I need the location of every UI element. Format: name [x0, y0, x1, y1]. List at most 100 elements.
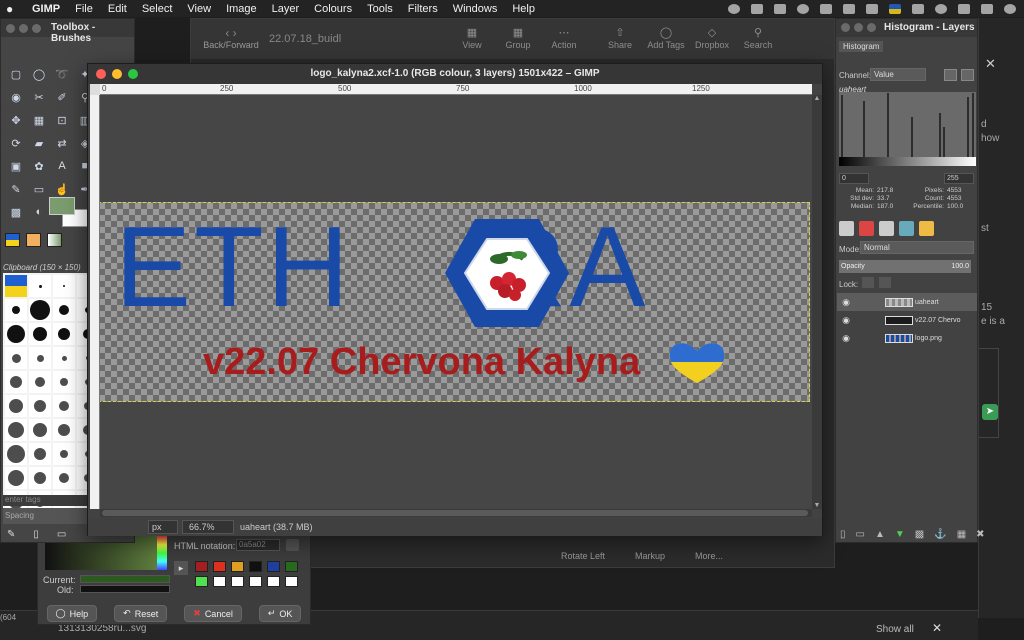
duplicate-brush-icon[interactable]: ▭ — [57, 529, 66, 540]
history-color-swatch[interactable] — [267, 561, 280, 572]
linear-histogram-icon[interactable] — [944, 69, 957, 81]
scissors-icon[interactable]: ✂ — [28, 86, 50, 108]
window-minimize-icon[interactable] — [19, 23, 28, 33]
tab-undo-icon[interactable] — [919, 221, 934, 236]
input-box[interactable] — [979, 348, 999, 438]
brush-preview[interactable] — [53, 299, 75, 321]
brush-preview[interactable] — [5, 419, 27, 441]
help-button[interactable]: ◯ Help — [46, 605, 98, 622]
history-color-swatch[interactable] — [195, 576, 208, 587]
rotate-left-button[interactable]: Rotate Left — [561, 537, 605, 567]
brush-preview[interactable] — [29, 371, 51, 393]
history-color-swatch[interactable] — [231, 576, 244, 587]
show-all-button[interactable]: Show all — [876, 624, 914, 635]
histogram-graph[interactable] — [839, 92, 976, 157]
paintbrush-icon[interactable]: ✎ — [5, 178, 27, 200]
html-notation-input[interactable]: 0a5a02 — [236, 539, 280, 551]
brush-preview[interactable] — [53, 347, 75, 369]
flip-icon[interactable]: ⇄ — [51, 132, 73, 154]
menu-edit[interactable]: Edit — [108, 3, 127, 15]
eye-icon[interactable]: ◉ — [837, 297, 855, 308]
brush-preview[interactable] — [5, 299, 27, 321]
lock-pixels-icon[interactable] — [862, 277, 874, 288]
image-canvas[interactable]: ETH RA v22.07 Chervona Kalyna — [100, 202, 810, 402]
ok-button[interactable]: ↵ OK — [258, 605, 302, 622]
menu-file[interactable]: File — [75, 3, 93, 15]
wifi-icon[interactable] — [912, 3, 924, 14]
brush-preview[interactable] — [53, 443, 75, 465]
tab-paths-icon[interactable] — [879, 221, 894, 236]
history-color-swatch[interactable] — [213, 561, 226, 572]
layer-row-uaheart[interactable]: ◉ uaheart — [837, 293, 977, 311]
search-button[interactable]: ⚲ Search — [735, 26, 781, 52]
history-color-swatch[interactable] — [249, 561, 262, 572]
brush-preview[interactable] — [5, 395, 27, 417]
channel-select[interactable]: Value — [870, 68, 926, 81]
brush-preview[interactable] — [53, 419, 75, 441]
hue-slider[interactable] — [157, 536, 167, 570]
brush-preview[interactable] — [29, 347, 51, 369]
cancel-button[interactable]: ✖ Cancel — [184, 605, 242, 622]
brush-preview[interactable] — [29, 275, 51, 297]
window-zoom-icon[interactable] — [32, 23, 41, 33]
anchor-icon[interactable]: ⚓ — [934, 529, 946, 540]
zoom-selector[interactable]: 66.7% — [182, 520, 234, 534]
log-histogram-icon[interactable] — [961, 69, 974, 81]
warp-icon[interactable]: ✿ — [28, 155, 50, 177]
tab-layers-icon[interactable] — [839, 221, 854, 236]
new-group-icon[interactable]: ▭ — [856, 529, 865, 540]
eyedropper-icon[interactable] — [286, 539, 299, 551]
brush-preview[interactable] — [29, 467, 51, 489]
brush-preview[interactable] — [29, 299, 51, 321]
brush-preview[interactable] — [5, 443, 27, 465]
eye-icon[interactable]: ◉ — [837, 333, 855, 344]
move-icon[interactable]: ✥ — [5, 109, 27, 131]
rect-select-icon[interactable]: ▢ — [5, 63, 27, 85]
siri-icon[interactable] — [1004, 3, 1016, 14]
menu-view[interactable]: View — [187, 3, 211, 15]
menu-select[interactable]: Select — [142, 3, 173, 15]
scroll-up-icon[interactable]: ▲ — [812, 95, 822, 102]
tab-histogram[interactable]: Histogram — [839, 41, 884, 52]
markup-button[interactable]: Markup — [635, 537, 665, 567]
menu-image[interactable]: Image — [226, 3, 257, 15]
edit-brush-icon[interactable]: ✎ — [7, 529, 15, 540]
brush-preview[interactable] — [29, 443, 51, 465]
menu-windows[interactable]: Windows — [453, 3, 498, 15]
spacing-slider[interactable]: Spacing — [3, 508, 97, 524]
apple-menu-icon[interactable]: ● — [6, 3, 18, 15]
free-select-icon[interactable]: ➰ — [51, 63, 73, 85]
add-to-history-button[interactable]: ▸ — [174, 561, 188, 575]
duplicate-layer-icon[interactable]: ▩ — [915, 529, 924, 540]
dropbox-icon[interactable] — [751, 3, 763, 14]
foreground-color-swatch[interactable] — [49, 197, 75, 215]
more-button[interactable]: More... — [695, 537, 723, 567]
opacity-slider[interactable]: Opacity 100.0 — [839, 260, 971, 273]
tab-colormap-icon[interactable] — [899, 221, 914, 236]
horizontal-ruler[interactable]: 0 250 500 750 1000 1250 — [100, 84, 812, 95]
menu-tools[interactable]: Tools — [367, 3, 393, 15]
canvas-area[interactable]: ETH RA v22.07 Chervona Kalyna — [100, 95, 812, 509]
text-tool-icon[interactable]: A — [51, 155, 73, 177]
perspective-icon[interactable]: ▰ — [28, 132, 50, 154]
bluetooth-icon[interactable] — [843, 3, 855, 14]
brush-preview[interactable] — [53, 371, 75, 393]
crop-icon[interactable]: ⊡ — [51, 109, 73, 131]
brush-preview[interactable] — [53, 275, 75, 297]
tab-channels-icon[interactable] — [859, 221, 874, 236]
share-button[interactable]: ⇧ Share — [597, 26, 643, 52]
mask-icon[interactable]: ▦ — [957, 529, 966, 540]
menu-help[interactable]: Help — [512, 3, 535, 15]
brush-preview[interactable] — [5, 347, 27, 369]
lock-alpha-icon[interactable] — [879, 277, 891, 288]
layer-row-logo[interactable]: ◉ logo.png — [837, 329, 977, 347]
add-tags-button[interactable]: ◯ Add Tags — [643, 26, 689, 52]
raise-layer-icon[interactable]: ▲ — [875, 529, 885, 540]
ellipse-select-icon[interactable]: ◯ — [28, 63, 50, 85]
transform-icon[interactable]: ▣ — [5, 155, 27, 177]
quick-mask-corner[interactable] — [90, 84, 100, 95]
brush-preview[interactable] — [53, 467, 75, 489]
lower-layer-icon[interactable]: ▼ — [895, 529, 905, 540]
brush-preview[interactable] — [5, 275, 27, 297]
action-button[interactable]: ⋯ Action — [541, 26, 587, 52]
